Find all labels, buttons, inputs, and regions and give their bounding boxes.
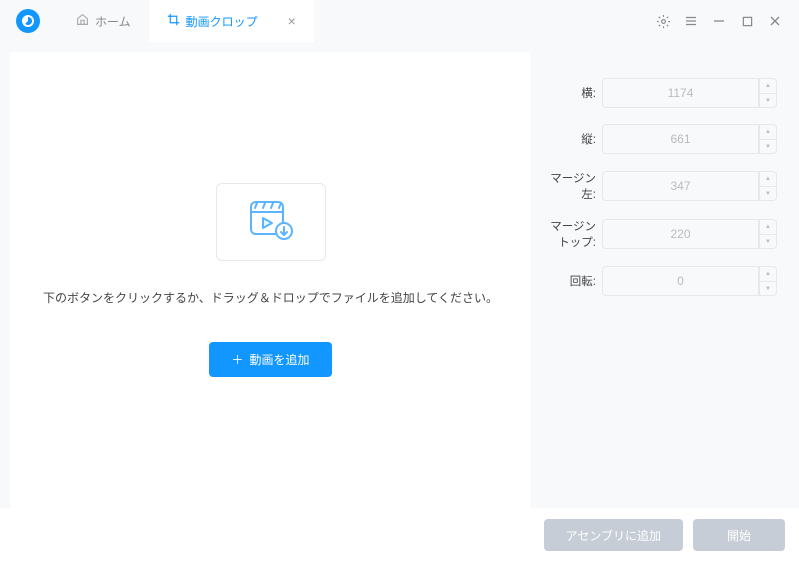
- drop-hint: 下のボタンをクリックするか、ドラッグ＆ドロップでファイルを追加してください。: [43, 289, 498, 306]
- height-up[interactable]: ▲: [759, 124, 777, 139]
- minimize-button[interactable]: [707, 9, 731, 33]
- width-down[interactable]: ▼: [759, 93, 777, 108]
- plus-icon: ＋: [231, 351, 243, 368]
- rotation-down[interactable]: ▼: [759, 281, 777, 296]
- height-input[interactable]: [602, 124, 759, 154]
- margin-left-input[interactable]: [602, 171, 759, 201]
- margin-left-down[interactable]: ▼: [759, 186, 777, 201]
- menu-button[interactable]: [679, 9, 703, 33]
- margin-top-down[interactable]: ▼: [759, 234, 777, 249]
- add-video-button[interactable]: ＋ 動画を追加: [209, 342, 331, 377]
- titlebar: ホーム 動画クロップ ×: [0, 0, 799, 42]
- start-button[interactable]: 開始: [693, 519, 785, 551]
- home-icon: [76, 13, 89, 29]
- close-icon[interactable]: ×: [288, 13, 296, 29]
- width-label: 横:: [541, 85, 602, 101]
- close-button[interactable]: [763, 9, 787, 33]
- margin-top-label: マージントップ:: [541, 218, 602, 250]
- tab-home[interactable]: ホーム: [58, 0, 149, 42]
- drop-zone[interactable]: 下のボタンをクリックするか、ドラッグ＆ドロップでファイルを追加してください。 ＋…: [10, 52, 531, 508]
- width-up[interactable]: ▲: [759, 78, 777, 93]
- add-video-label: 動画を追加: [250, 351, 310, 368]
- rotation-label: 回転:: [541, 273, 602, 289]
- app-logo: [16, 9, 40, 33]
- tab-crop-label: 動画クロップ: [186, 13, 258, 30]
- tab-home-label: ホーム: [95, 13, 131, 30]
- rotation-input[interactable]: [602, 266, 759, 296]
- crop-icon: [167, 13, 180, 29]
- height-down[interactable]: ▼: [759, 139, 777, 154]
- margin-left-up[interactable]: ▲: [759, 171, 777, 186]
- settings-button[interactable]: [651, 9, 675, 33]
- width-input[interactable]: [602, 78, 759, 108]
- add-to-assembly-button[interactable]: アセンブリに追加: [544, 519, 683, 551]
- bottom-bar: アセンブリに追加 開始: [0, 508, 799, 562]
- crop-settings-panel: 横: ▲ ▼ 縦: ▲ ▼ マージン左: ▲ ▼ マージントップ:: [541, 52, 789, 508]
- tab-crop[interactable]: 動画クロップ ×: [149, 0, 314, 42]
- margin-top-input[interactable]: [602, 219, 759, 249]
- video-download-icon: [216, 183, 326, 261]
- rotation-up[interactable]: ▲: [759, 266, 777, 281]
- margin-top-up[interactable]: ▲: [759, 219, 777, 234]
- margin-left-label: マージン左:: [541, 170, 602, 202]
- maximize-button[interactable]: [735, 9, 759, 33]
- height-label: 縦:: [541, 131, 602, 147]
